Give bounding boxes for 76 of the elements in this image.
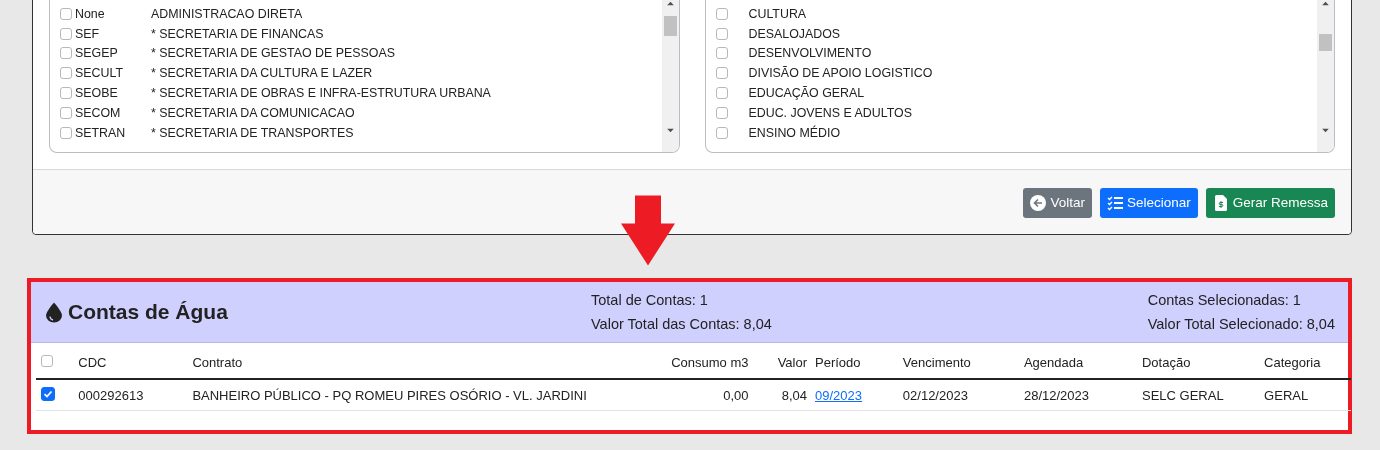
- table-cell: SELC GERAL: [1138, 379, 1261, 411]
- item-code: SECULT: [75, 66, 124, 81]
- item-label: EDUC. JOVENS E ADULTOS: [748, 105, 912, 120]
- checkbox[interactable]: [715, 126, 728, 139]
- item-label: * SECRETARIA DA COMUNICACAO: [151, 105, 355, 120]
- column-header: Período: [811, 347, 899, 379]
- item-label: ADMINISTRACAO DIRETA: [151, 6, 303, 21]
- column-header: Valor: [752, 347, 812, 379]
- item-code: SEOBE: [75, 86, 119, 101]
- item-label: * SECRETARIA DE FINANCAS: [151, 26, 324, 41]
- table-cell: 28/12/2023: [1019, 379, 1138, 411]
- generate-remessa-button[interactable]: Gerar Remessa: [1205, 187, 1335, 218]
- column-header: CDC: [74, 347, 189, 379]
- item-label: * SECRETARIA DA CULTURA E LAZER: [151, 66, 373, 81]
- checkbox[interactable]: [60, 27, 72, 40]
- item-code: SEGEP: [75, 46, 119, 61]
- scrollbar[interactable]: [1317, 0, 1334, 152]
- checkbox[interactable]: [715, 7, 728, 20]
- item-label: DESALOJADOS: [748, 26, 841, 41]
- check-icon: [42, 388, 54, 400]
- column-header: Vencimento: [898, 347, 1020, 379]
- checkbox[interactable]: [60, 47, 72, 60]
- table-cell: 0,00: [592, 379, 753, 411]
- table-cell: BANHEIRO PÚBLICO - PQ ROMEU PIRES OSÓRIO - VL. JARDINI: [188, 379, 593, 411]
- checkbox[interactable]: [715, 106, 728, 119]
- total-text: Valor Total das Contas: 8,04: [591, 315, 773, 334]
- item-label: EDUCAÇÃO GERAL: [748, 86, 865, 101]
- period-link[interactable]: 09/2023: [815, 387, 863, 403]
- table-cell: 02/12/2023: [898, 379, 1020, 411]
- scroll-down-icon[interactable]: [1322, 128, 1329, 133]
- down-arrow-icon: [621, 193, 675, 268]
- selected-total-text: Valor Total Selecionado: 8,04: [1147, 315, 1335, 334]
- column-header: Agendada: [1019, 347, 1138, 379]
- item-label: * SECRETARIA DE GESTAO DE PESSOAS: [151, 46, 395, 61]
- invoice-icon: [1212, 194, 1229, 211]
- scrollbar-thumb[interactable]: [1319, 34, 1332, 51]
- scroll-down-icon[interactable]: [666, 128, 674, 133]
- column-header: Consumo m3: [592, 347, 753, 379]
- item-label: ENSINO MÉDIO: [748, 125, 841, 140]
- panel-title: Contas de Água: [68, 300, 228, 324]
- back-button[interactable]: Voltar: [1023, 187, 1092, 218]
- item-label: * SECRETARIA DE OBRAS E INFRA-ESTRUTURA URBANA: [151, 86, 491, 101]
- item-code: SETRAN: [75, 125, 127, 140]
- water-drop-icon: [46, 301, 62, 323]
- total-text: Total de Contas: 1: [591, 291, 709, 310]
- checkbox[interactable]: [60, 67, 72, 80]
- checkbox[interactable]: [60, 126, 72, 139]
- table-cell: GERAL: [1260, 379, 1351, 411]
- item-label: * SECRETARIA DE TRANSPORTES: [151, 125, 354, 140]
- checkbox[interactable]: [715, 67, 728, 80]
- item-label: DIVISÃO DE APOIO LOGISTICO: [748, 66, 933, 81]
- item-code: SECOM: [75, 105, 122, 120]
- checklist-icon: [1106, 194, 1123, 211]
- select-button[interactable]: Selecionar: [1099, 187, 1198, 218]
- item-code: SEF: [75, 26, 101, 41]
- checkbox[interactable]: [60, 87, 72, 100]
- scrollbar[interactable]: [661, 0, 679, 152]
- item-label: DESENVOLVIMENTO: [748, 46, 872, 61]
- checkbox[interactable]: [60, 106, 72, 119]
- table-cell: 000292613: [74, 379, 189, 411]
- checkbox[interactable]: [715, 47, 728, 60]
- column-header: Categoria: [1260, 347, 1351, 379]
- selected-total-text: Contas Selecionadas: 1: [1147, 291, 1302, 310]
- scroll-up-icon[interactable]: [666, 1, 674, 6]
- table-cell: 8,04: [752, 379, 812, 411]
- column-header: Contrato: [188, 347, 593, 379]
- scrollbar-thumb[interactable]: [663, 16, 677, 36]
- item-code: None: [75, 6, 106, 21]
- scroll-up-icon[interactable]: [1322, 1, 1329, 6]
- select-all-checkbox[interactable]: [41, 355, 53, 367]
- checkbox[interactable]: [60, 7, 72, 20]
- checkbox[interactable]: [715, 27, 728, 40]
- checkbox[interactable]: [715, 87, 728, 100]
- row-checkbox[interactable]: [41, 387, 55, 401]
- item-label: CULTURA: [748, 6, 807, 21]
- column-header: Dotação: [1138, 347, 1261, 379]
